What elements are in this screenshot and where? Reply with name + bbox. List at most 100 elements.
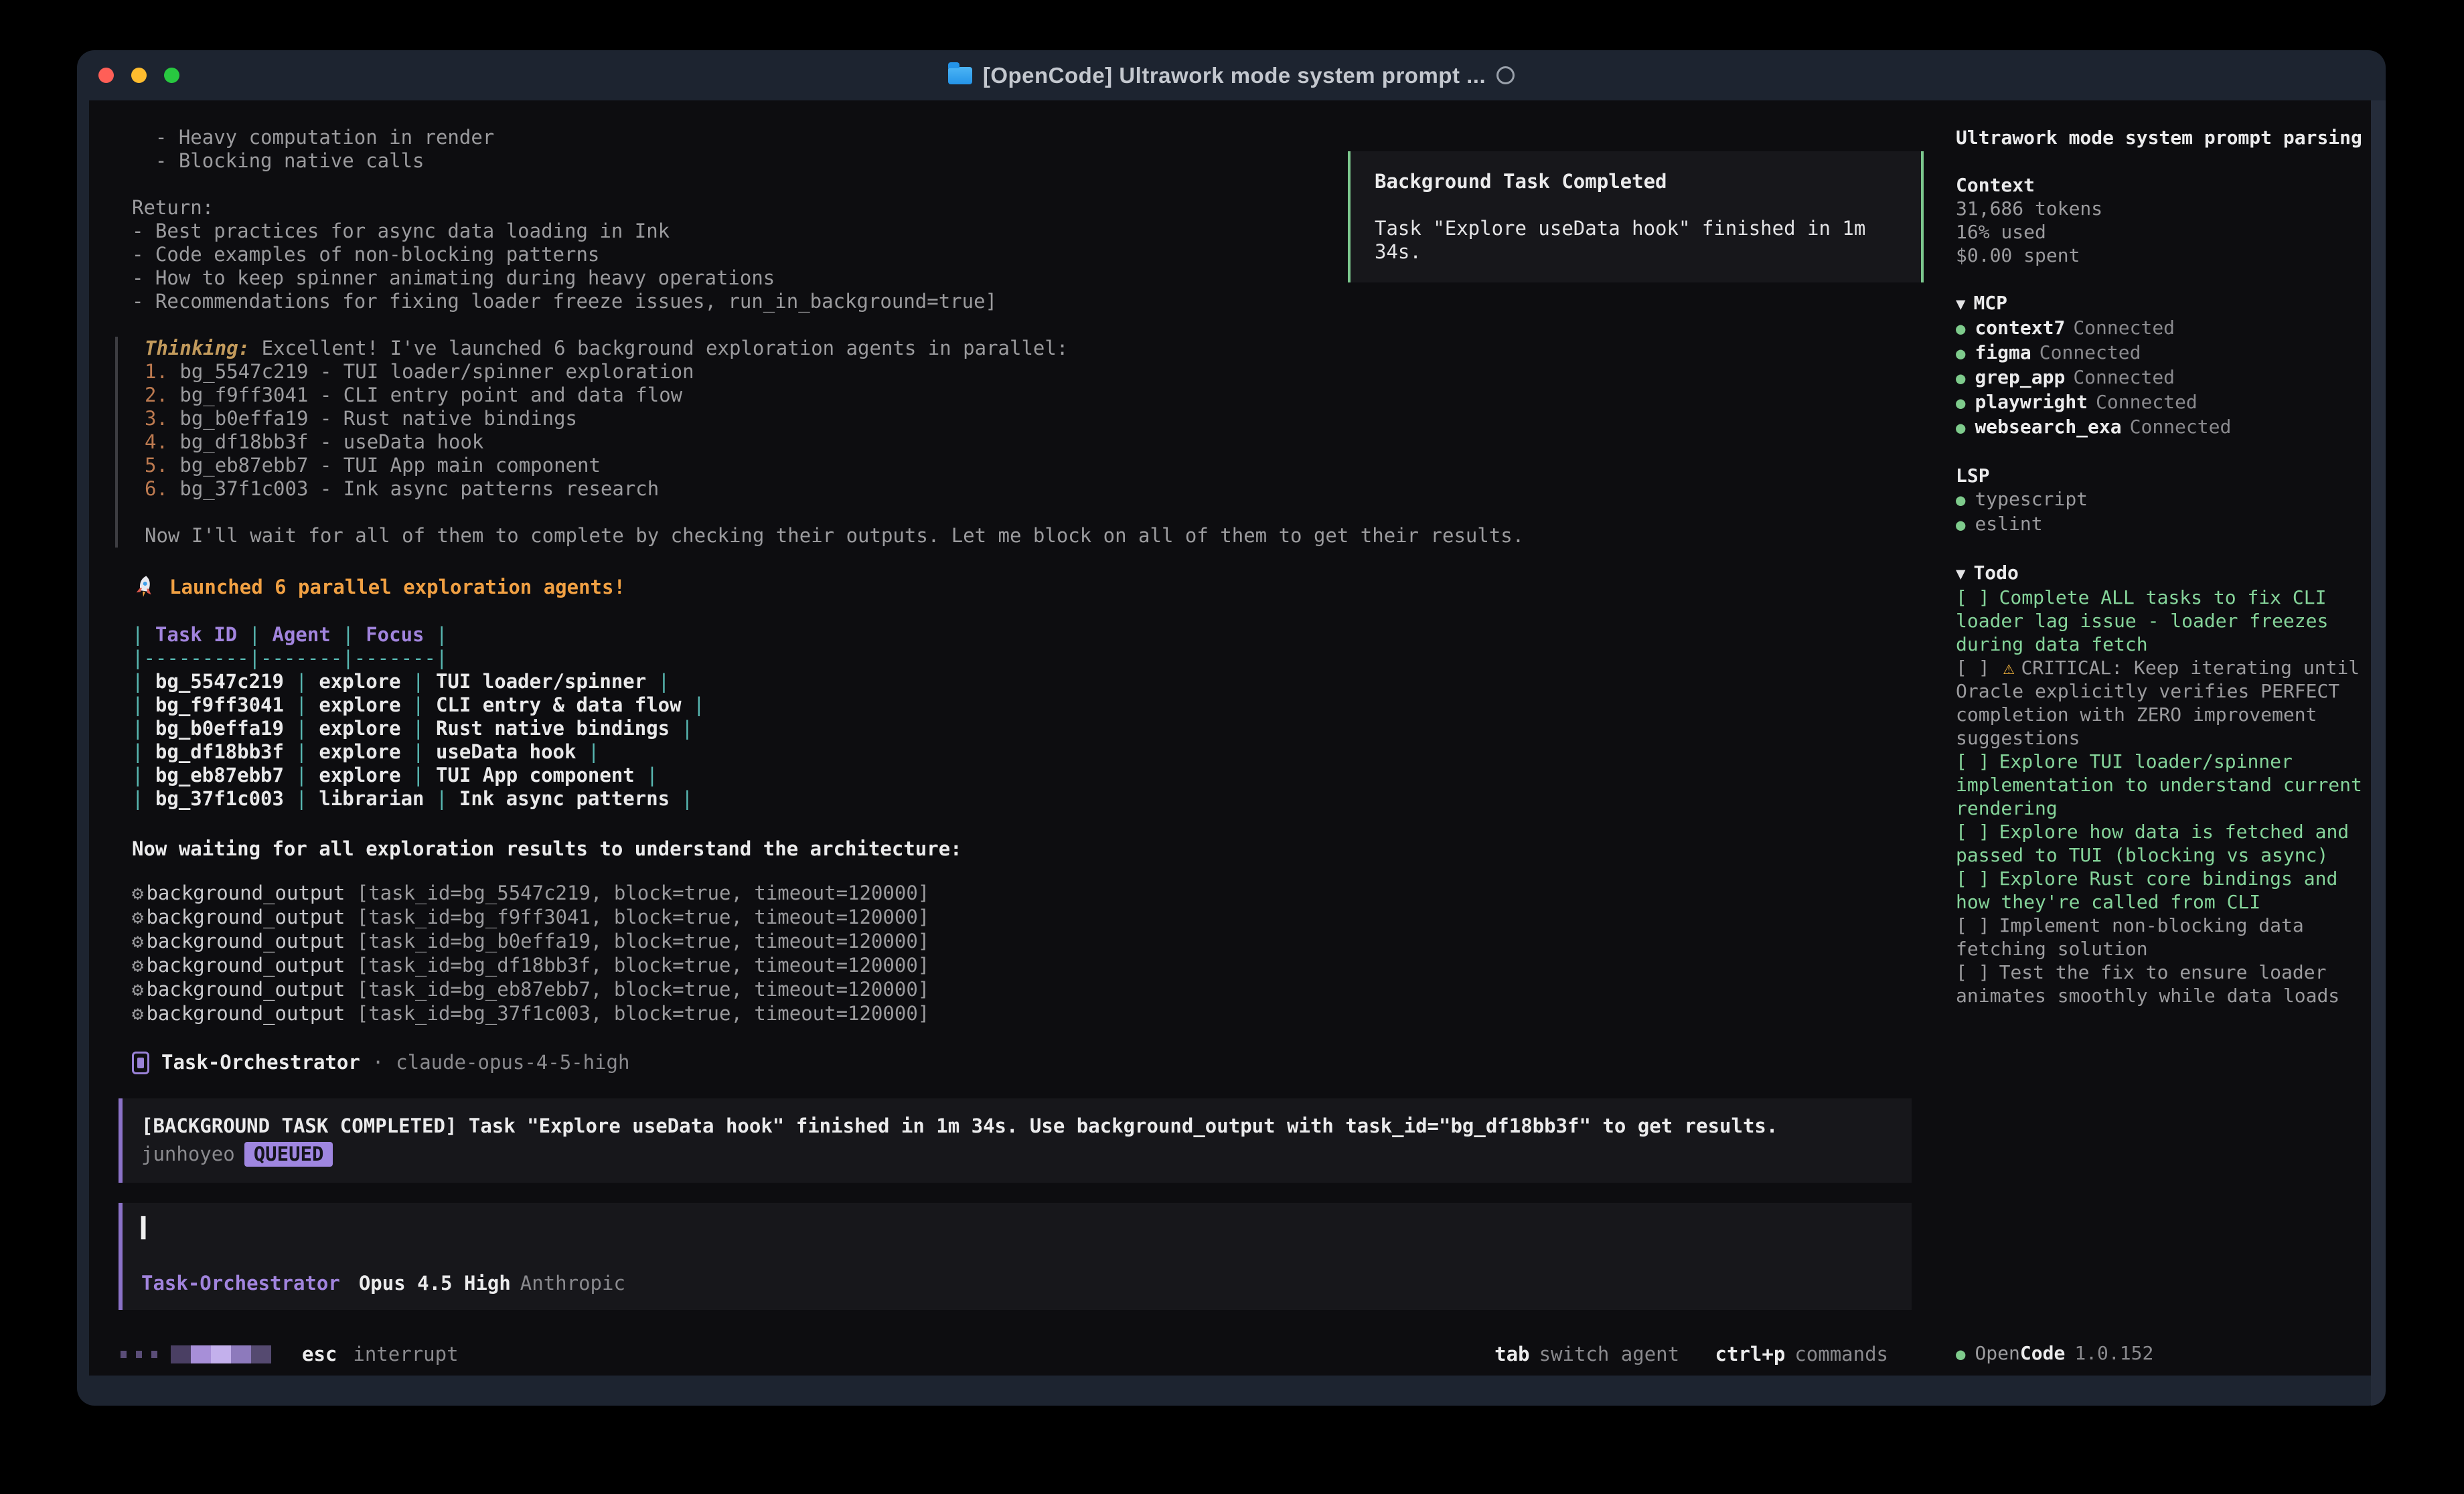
prompt-input[interactable]: ▍ Task-OrchestratorOpus 4.5 HighAnthropi… [119,1203,1912,1310]
mcp-name: figma [1975,341,2031,363]
pipe: | [693,693,704,716]
cell-agent: explore [319,764,400,786]
item-number: 3. [145,407,168,430]
ctrlp-key-hint: ctrl+p [1715,1343,1786,1365]
table-row: |bg_df18bb3f|explore|useData hook| [132,740,1925,764]
mcp-name: grep_app [1975,366,2065,388]
toast-title: Background Task Completed [1375,170,1921,193]
input-line[interactable]: ▍ [141,1216,1912,1240]
close-button[interactable] [98,68,114,83]
status-dot-icon: ● [1956,319,1965,338]
tool-name: background_output [146,978,345,1001]
pipe: | [295,693,307,716]
session-title: Ultrawork mode system prompt parsing [1956,126,2371,149]
tool-calls: ⚙background_output[task_id=bg_5547c219, … [132,881,1925,1025]
message-author: junhoyeo [141,1143,235,1165]
status-dot-icon: ● [1956,1345,1965,1363]
mcp-status: Connected [2130,416,2232,438]
tool-call-line: ⚙background_output[task_id=bg_5547c219, … [132,881,1925,905]
collapse-triangle-icon[interactable]: ▼ [1956,564,1965,583]
zoom-button[interactable] [164,68,179,83]
context-used: 16% used [1956,220,2371,244]
table-header-row: |Task ID|Agent|Focus| [132,623,1925,647]
pipe: | [412,717,424,740]
cell-task-id: bg_5547c219 [155,670,284,693]
cell-task-id: bg_df18bb3f [155,740,284,763]
input-model[interactable]: Opus 4.5 High [359,1272,511,1295]
mcp-heading-row[interactable]: ▼MCP [1956,291,2371,316]
tool-call-line: ⚙background_output [task_id=bg_eb87ebb7, … [132,977,1925,1001]
cell-focus: TUI App component [436,764,635,786]
minimize-button[interactable] [131,68,147,83]
todo-checkbox: [ ] [1956,586,1990,608]
pipe: | [132,787,143,810]
title-bar[interactable]: [OpenCode] Ultrawork mode system prompt … [77,50,2386,100]
collapse-triangle-icon[interactable]: ▼ [1956,295,1965,313]
rocket-icon [131,573,159,602]
thinking-outro: Now I'll wait for all of them to complet… [145,524,1925,548]
pipe: | [588,740,599,763]
pipe: | [682,717,693,740]
table-row: |bg_5547c219|explore|TUI loader/spinner| [132,670,1925,693]
item-text: bg_eb87ebb7 - TUI App main component [179,454,601,477]
thinking-item: 5.bg_eb87ebb7 - TUI App main component [145,454,1925,477]
pipe: | [436,623,447,646]
item-number: 6. [145,477,168,500]
col-header: Focus [366,623,424,646]
input-agent[interactable]: Task-Orchestrator [141,1272,340,1295]
item-number: 4. [145,430,168,453]
pipe: | [132,670,143,693]
todo-text: Implement non-blocking data fetching sol… [1956,914,2304,960]
cell-focus: useData hook [436,740,576,763]
tool-name: background_output [146,882,345,904]
tool-args: [task_id=bg_eb87ebb7, block=true, timeou… [357,978,930,1001]
gear-icon: ⚙ [132,882,143,904]
table-row: |bg_f9ff3041|explore|CLI entry & data fl… [132,693,1925,717]
col-header: Agent [273,623,331,646]
status-dot-icon: ● [1956,344,1965,363]
thinking-intro: Excellent! I've launched 6 background ex… [262,337,1069,359]
thinking-item: 1.bg_5547c219 - TUI loader/spinner explo… [145,360,1925,384]
cell-agent: explore [319,740,400,763]
cell-focus: Rust native bindings [436,717,670,740]
status-dot-icon: ● [1956,394,1965,412]
status-right: tabswitch agent ctrl+pcommands [1470,1343,1925,1366]
notification-toast[interactable]: Background Task Completed Task "Explore … [1348,151,1924,282]
terminal-content: - Heavy computation in render - Blocking… [89,100,2371,1376]
cell-agent: librarian [319,787,424,810]
launched-line: Launched 6 parallel exploration agents! [132,574,1925,600]
lsp-item: ●eslint [1956,512,2371,537]
pipe: | [342,623,354,646]
tool-name: background_output [146,1002,345,1025]
cell-agent: explore [319,717,400,740]
window-title: [OpenCode] Ultrawork mode system prompt … [983,63,1486,88]
traffic-lights [98,50,179,100]
context-section: Context 31,686 tokens 16% used $0.00 spe… [1956,173,2371,267]
pipe: | [295,717,307,740]
tool-args: [task_id=bg_b0effa19, block=true, timeou… [357,930,930,952]
todo-heading-row[interactable]: ▼Todo [1956,561,2371,586]
gear-icon: ⚙ [132,978,143,1001]
app-version: 1.0.152 [2074,1342,2153,1364]
todo-item: [ ]Explore Rust core bindings and how th… [1956,867,2371,914]
launched-text: Launched 6 parallel exploration agents! [169,576,625,599]
tool-call-line: ⚙background_output[task_id=bg_b0effa19, … [132,929,1925,953]
pipe: | [132,764,143,786]
todo-item: [ ]Complete ALL tasks to fix CLI loader … [1956,586,2371,656]
item-number: 2. [145,384,168,406]
status-bar: escinterrupt tabswitch agent ctrl+pcomma… [121,1343,1925,1366]
table-row: |bg_eb87ebb7|explore|TUI App component| [132,764,1925,787]
todo-item: [ ]Implement non-blocking data fetching … [1956,914,2371,961]
agent-model: claude-opus-4-5-high [396,1051,629,1074]
lsp-section: LSP ●typescript ●eslint [1956,464,2371,537]
activity-spinner [171,1345,271,1363]
scrollbar[interactable] [2371,100,2386,1406]
toast-body: Task "Explore useData hook" finished in … [1375,217,1921,264]
todo-text: Explore Rust core bindings and how they'… [1956,867,2337,913]
todo-checkbox: [ ] [1956,821,1990,843]
tool-args: [task_id=bg_df18bb3f, block=true, timeou… [357,954,930,977]
tool-call-line: ⚙background_output[task_id=bg_df18bb3f, … [132,953,1925,977]
progress-circle-icon [1496,66,1515,84]
tab-key-label: switch agent [1539,1343,1680,1365]
cell-task-id: bg_f9ff3041 [155,693,284,716]
